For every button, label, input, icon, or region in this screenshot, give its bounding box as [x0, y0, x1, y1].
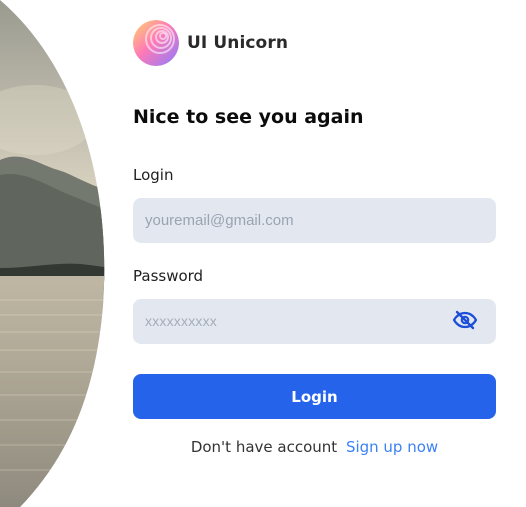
password-label: Password [133, 267, 204, 285]
brand: UI Unicorn [133, 20, 288, 66]
brand-name: UI Unicorn [187, 33, 289, 53]
eye-slash-icon [452, 308, 478, 336]
password-field-container [133, 299, 496, 344]
login-button[interactable]: Login [133, 374, 496, 419]
login-label: Login [133, 166, 174, 184]
gradient-spiral-logo-icon [133, 20, 179, 66]
signup-prompt: Don't have account Sign up now [133, 438, 496, 456]
signup-prompt-text: Don't have account [190, 438, 338, 456]
email-field-container [133, 198, 496, 243]
signup-link[interactable]: Sign up now [346, 438, 438, 456]
page-title: Nice to see you again [133, 106, 364, 128]
hero-photo [0, 0, 526, 507]
password-input[interactable] [133, 299, 496, 344]
email-input[interactable] [133, 198, 496, 243]
password-visibility-toggle[interactable] [452, 310, 478, 334]
